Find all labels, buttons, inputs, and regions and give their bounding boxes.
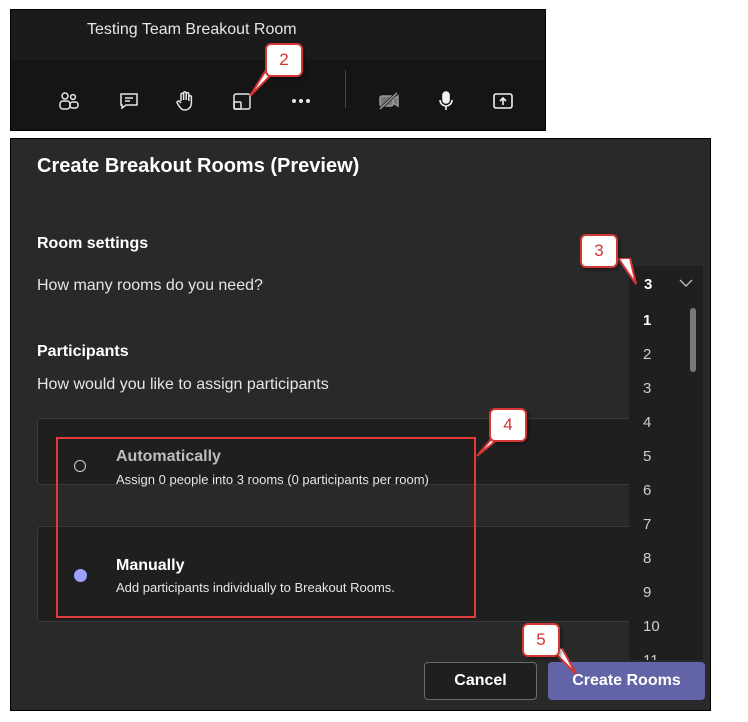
dropdown-option-3[interactable]: 3: [643, 380, 651, 397]
dropdown-option-8[interactable]: 8: [643, 550, 651, 567]
dropdown-scrollbar[interactable]: [690, 308, 696, 372]
callout-highlight-box: [56, 437, 476, 618]
dropdown-option-5[interactable]: 5: [643, 448, 651, 465]
microphone-icon[interactable]: [432, 88, 460, 114]
dropdown-option-1[interactable]: 1: [643, 312, 651, 329]
dropdown-option-10[interactable]: 10: [643, 618, 660, 635]
dropdown-option-7[interactable]: 7: [643, 516, 651, 533]
breakout-rooms-dialog: Create Breakout Rooms (Preview) Room set…: [10, 138, 711, 711]
camera-off-icon[interactable]: [375, 88, 403, 114]
dropdown-option-11[interactable]: 11: [643, 652, 659, 660]
more-options-icon[interactable]: [287, 88, 315, 114]
dropdown-option-2[interactable]: 2: [643, 346, 651, 363]
chat-icon[interactable]: [115, 88, 143, 114]
selected-room-count: 3: [644, 276, 653, 293]
callout-badge-4: 4: [489, 408, 527, 442]
dropdown-option-4[interactable]: 4: [643, 414, 651, 431]
share-screen-icon[interactable]: [489, 88, 517, 114]
participants-heading: Participants: [37, 343, 129, 360]
dropdown-option-6[interactable]: 6: [643, 482, 651, 499]
room-count-dropdown[interactable]: 3 1 2 3 4 5 6 7 8 9 10 11: [629, 266, 703, 660]
rooms-question: How many rooms do you need?: [37, 277, 263, 294]
callout-badge-2: 2: [265, 43, 303, 77]
raise-hand-icon[interactable]: [171, 88, 199, 114]
cancel-button[interactable]: Cancel: [424, 662, 537, 700]
meeting-title: Testing Team Breakout Room: [87, 21, 297, 38]
callout-badge-5: 5: [522, 623, 560, 657]
dialog-title: Create Breakout Rooms (Preview): [37, 155, 360, 177]
room-settings-heading: Room settings: [37, 235, 149, 252]
participants-icon[interactable]: [55, 88, 83, 114]
chevron-down-icon: [679, 279, 693, 287]
dropdown-option-9[interactable]: 9: [643, 584, 651, 601]
toolbar-divider: [345, 70, 346, 108]
callout-badge-3: 3: [580, 234, 618, 268]
participants-question: How would you like to assign participant…: [37, 376, 329, 393]
